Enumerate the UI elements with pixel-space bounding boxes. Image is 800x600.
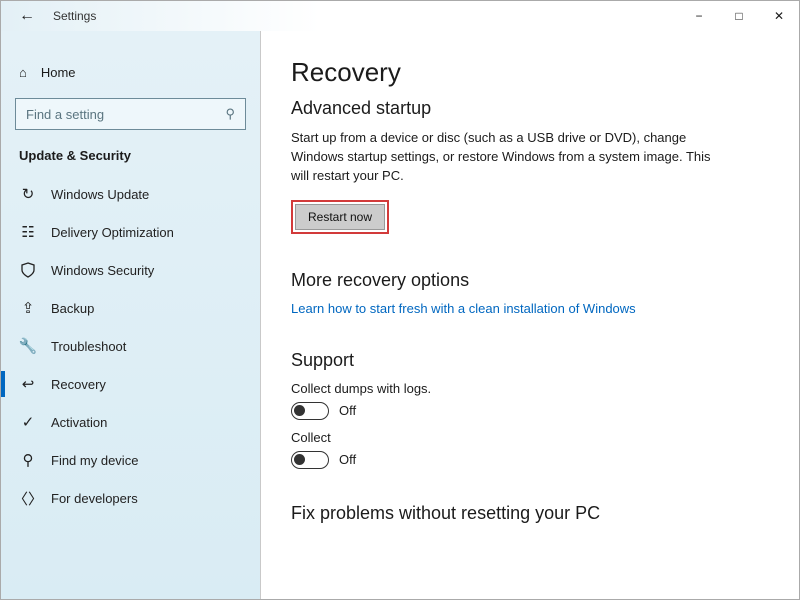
toggle-switch-icon <box>291 451 329 469</box>
highlight-box: Restart now <box>291 200 389 234</box>
location-icon: ⚲ <box>19 451 37 469</box>
toggle-state: Off <box>339 403 356 418</box>
sidebar-item-find-my-device[interactable]: ⚲ Find my device <box>1 441 260 479</box>
toggle-collect: Collect Off <box>291 430 769 469</box>
fix-problems-heading: Fix problems without resetting your PC <box>291 503 769 524</box>
sidebar-item-label: Delivery Optimization <box>51 225 174 240</box>
main-panel: Recovery Advanced startup Start up from … <box>261 31 799 599</box>
titlebar-left: ← Settings <box>1 8 96 24</box>
maximize-button[interactable]: □ <box>719 1 759 31</box>
back-button[interactable]: ← <box>19 8 35 24</box>
start-fresh-link[interactable]: Learn how to start fresh with a clean in… <box>291 301 636 316</box>
wrench-icon: 🔧 <box>19 337 37 355</box>
sidebar-item-label: For developers <box>51 491 138 506</box>
toggle-control[interactable]: Off <box>291 402 769 420</box>
toggle-label: Collect dumps with logs. <box>291 381 769 396</box>
search-placeholder: Find a setting <box>26 107 104 122</box>
delivery-icon: ☷ <box>19 223 37 241</box>
toggle-collect-dumps: Collect dumps with logs. Off <box>291 381 769 420</box>
more-recovery-heading: More recovery options <box>291 270 769 291</box>
code-icon: 〈〉 <box>19 489 37 507</box>
sidebar-item-label: Troubleshoot <box>51 339 126 354</box>
search-icon: ⚲ <box>225 106 235 122</box>
settings-window: ← Settings − □ ✕ ⌂ Home Find a setting ⚲… <box>0 0 800 600</box>
sidebar-item-windows-update[interactable]: ↻ Windows Update <box>1 175 260 213</box>
close-button[interactable]: ✕ <box>759 1 799 31</box>
app-title: Settings <box>53 9 96 23</box>
sidebar-item-backup[interactable]: ⇪ Backup <box>1 289 260 327</box>
minimize-button[interactable]: − <box>679 1 719 31</box>
sidebar-item-activation[interactable]: ✓ Activation <box>1 403 260 441</box>
sync-icon: ↻ <box>19 185 37 203</box>
sidebar-item-label: Recovery <box>51 377 106 392</box>
sidebar-item-label: Windows Security <box>51 263 154 278</box>
toggle-label: Collect <box>291 430 769 445</box>
sidebar-item-for-developers[interactable]: 〈〉 For developers <box>1 479 260 517</box>
backup-icon: ⇪ <box>19 299 37 317</box>
sidebar-item-troubleshoot[interactable]: 🔧 Troubleshoot <box>1 327 260 365</box>
sidebar-item-label: Windows Update <box>51 187 149 202</box>
check-circle-icon: ✓ <box>19 413 37 431</box>
sidebar-item-delivery-optimization[interactable]: ☷ Delivery Optimization <box>1 213 260 251</box>
toggle-control[interactable]: Off <box>291 451 769 469</box>
window-controls: − □ ✕ <box>679 1 799 31</box>
restart-now-button[interactable]: Restart now <box>295 204 385 230</box>
advanced-startup-desc: Start up from a device or disc (such as … <box>291 129 711 186</box>
category-heading: Update & Security <box>1 142 260 175</box>
sidebar-item-windows-security[interactable]: Windows Security <box>1 251 260 289</box>
sidebar: ⌂ Home Find a setting ⚲ Update & Securit… <box>1 31 261 599</box>
titlebar: ← Settings − □ ✕ <box>1 1 799 31</box>
toggle-state: Off <box>339 452 356 467</box>
advanced-startup-heading: Advanced startup <box>291 98 769 119</box>
shield-icon <box>19 261 37 279</box>
home-icon: ⌂ <box>19 65 27 80</box>
search-container: Find a setting ⚲ <box>1 90 260 142</box>
toggle-switch-icon <box>291 402 329 420</box>
recovery-icon: ↩ <box>19 375 37 393</box>
sidebar-item-recovery[interactable]: ↩ Recovery <box>1 365 260 403</box>
sidebar-item-label: Find my device <box>51 453 138 468</box>
page-title: Recovery <box>291 57 769 88</box>
nav-list: ↻ Windows Update ☷ Delivery Optimization… <box>1 175 260 517</box>
sidebar-item-label: Activation <box>51 415 107 430</box>
home-nav[interactable]: ⌂ Home <box>1 59 260 90</box>
home-label: Home <box>41 65 76 80</box>
search-input[interactable]: Find a setting ⚲ <box>15 98 246 130</box>
content-area: ⌂ Home Find a setting ⚲ Update & Securit… <box>1 31 799 599</box>
sidebar-item-label: Backup <box>51 301 94 316</box>
support-heading: Support <box>291 350 769 371</box>
